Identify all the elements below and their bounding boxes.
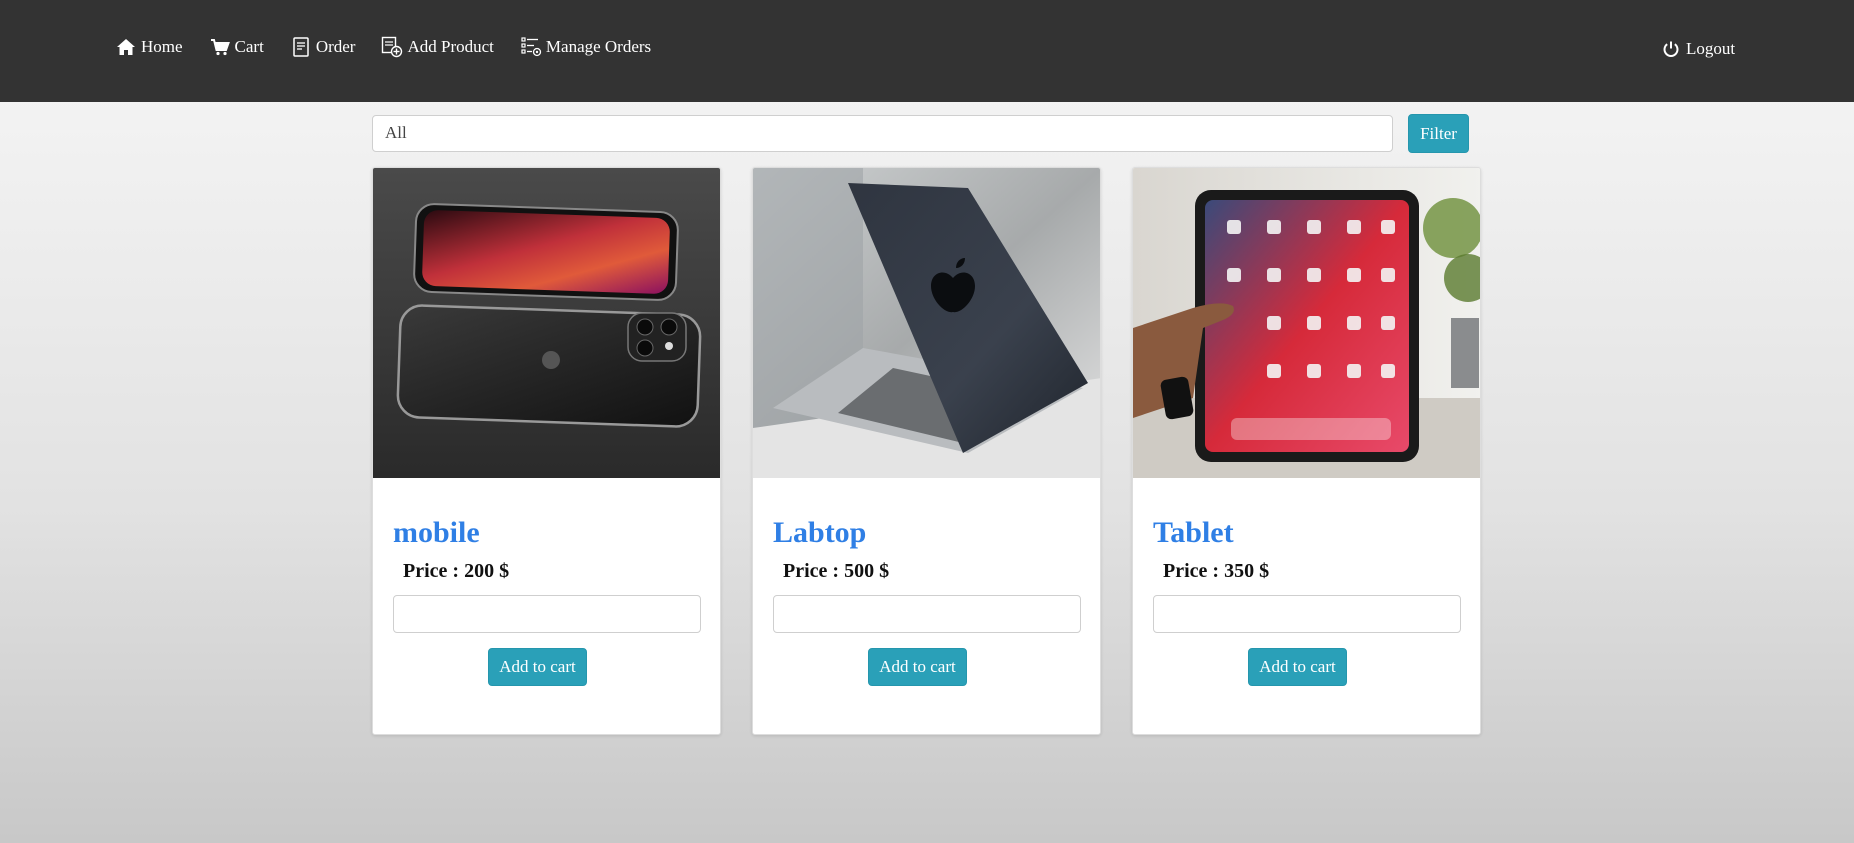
- product-card-tablet: Tablet Price : 350 $ Add to cart: [1132, 167, 1481, 735]
- add-product-icon: [381, 36, 403, 58]
- nav-cart[interactable]: Cart: [209, 36, 264, 58]
- product-image-tablet: [1133, 168, 1480, 478]
- power-icon: [1660, 38, 1682, 60]
- product-image-labtop: [753, 168, 1100, 478]
- nav-order-label: Order: [315, 37, 356, 56]
- product-price: Price : 350 $: [1163, 560, 1270, 582]
- nav-cart-label: Cart: [234, 37, 264, 56]
- nav-manage-orders[interactable]: Manage Orders: [520, 36, 651, 58]
- product-card-labtop: Labtop Price : 500 $ Add to cart: [752, 167, 1101, 735]
- quantity-input[interactable]: [393, 595, 701, 633]
- nav-manage-orders-label: Manage Orders: [545, 37, 652, 56]
- navbar: Home Cart Order Add Product Manage Order…: [0, 0, 1854, 102]
- logout-label: Logout: [1686, 39, 1736, 58]
- nav-home[interactable]: Home: [115, 36, 183, 58]
- logout-button[interactable]: Logout: [1660, 38, 1735, 60]
- add-to-cart-button[interactable]: Add to cart: [1248, 648, 1347, 686]
- cart-icon: [209, 36, 231, 58]
- nav-home-label: Home: [141, 37, 183, 56]
- product-price: Price : 500 $: [783, 560, 890, 582]
- filter-button[interactable]: Filter: [1408, 114, 1469, 153]
- order-icon: [290, 36, 312, 58]
- manage-orders-icon: [520, 36, 542, 58]
- product-name: mobile: [393, 516, 480, 549]
- product-card-mobile: mobile Price : 200 $ Add to cart: [372, 167, 721, 735]
- add-to-cart-button[interactable]: Add to cart: [868, 648, 967, 686]
- nav-add-product[interactable]: Add Product: [381, 36, 494, 58]
- product-name: Labtop: [773, 516, 867, 549]
- home-icon: [115, 36, 137, 58]
- nav-order[interactable]: Order: [290, 36, 356, 58]
- quantity-input[interactable]: [1153, 595, 1461, 633]
- quantity-input[interactable]: [773, 595, 1081, 633]
- category-filter-select[interactable]: All: [372, 115, 1393, 152]
- product-name: Tablet: [1153, 516, 1234, 549]
- product-image-mobile: [373, 168, 720, 478]
- nav-add-product-label: Add Product: [407, 37, 494, 56]
- add-to-cart-button[interactable]: Add to cart: [488, 648, 587, 686]
- nav-links: Home Cart Order Add Product Manage Order…: [115, 36, 677, 58]
- product-price: Price : 200 $: [403, 560, 510, 582]
